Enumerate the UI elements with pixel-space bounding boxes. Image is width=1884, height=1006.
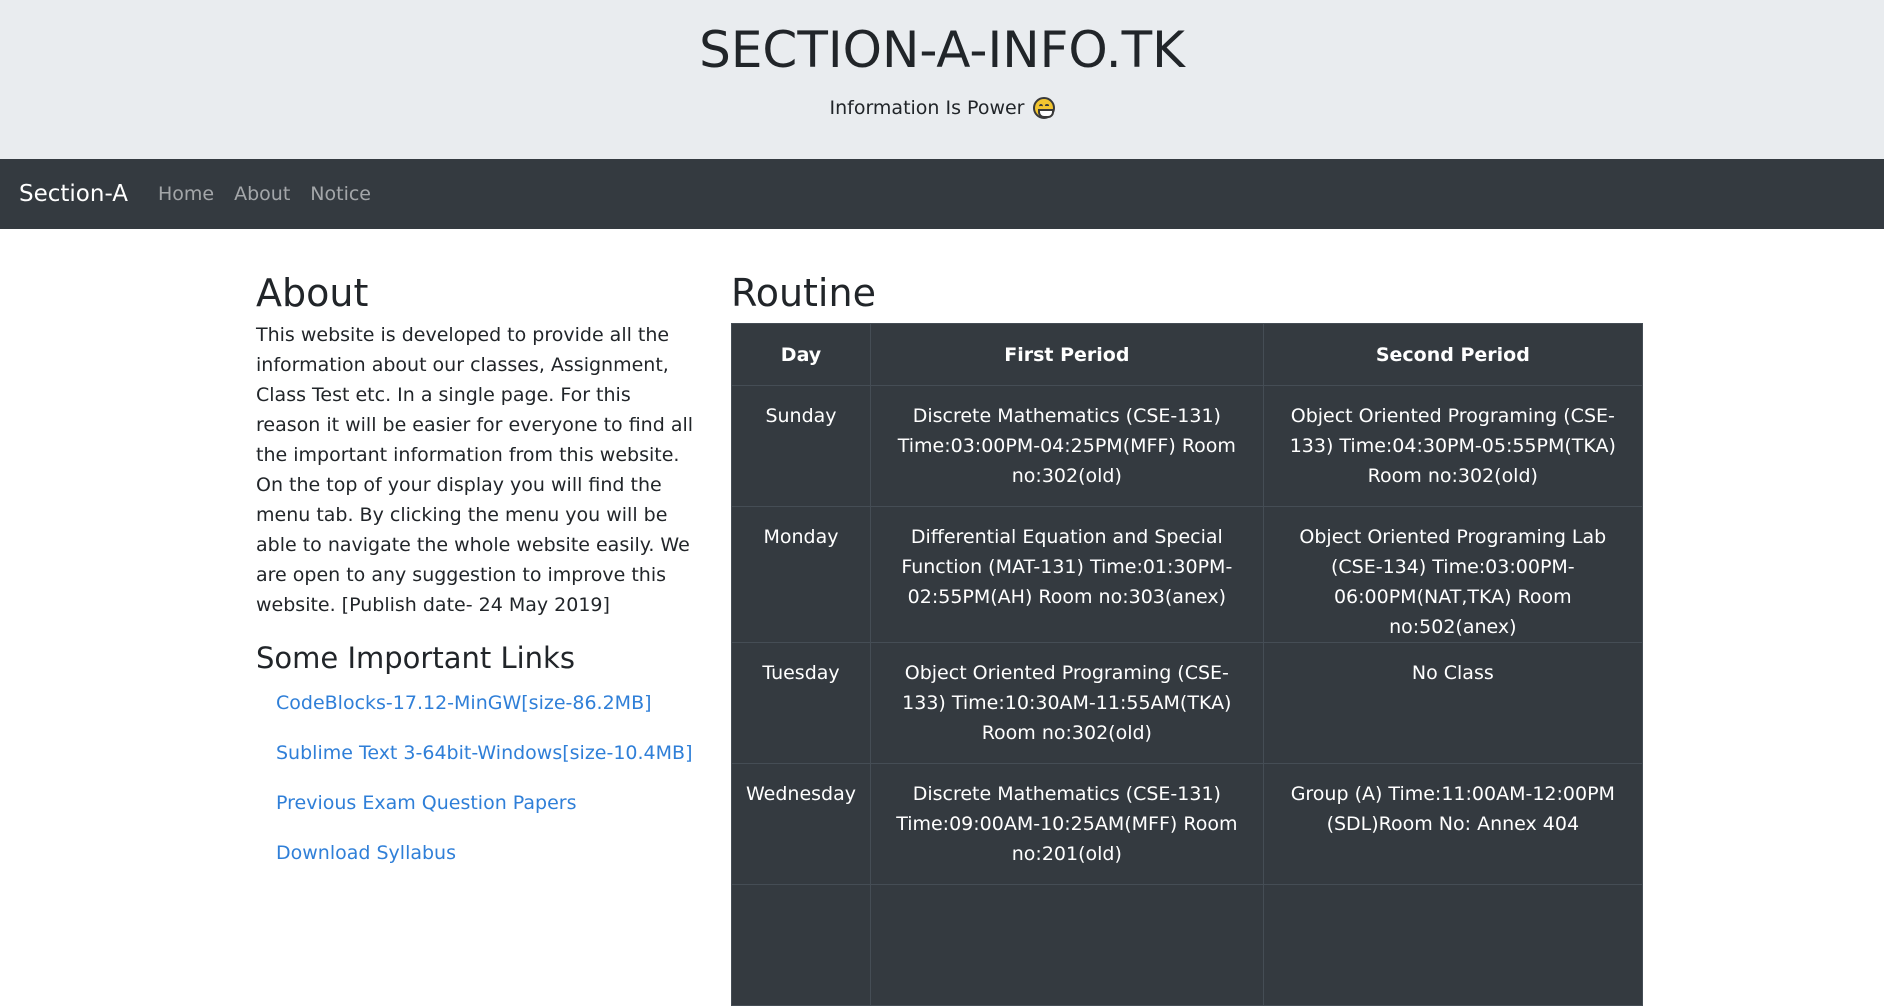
column-header-second-period: Second Period [1262,323,1644,386]
important-links-list: CodeBlocks-17.12-MinGW[size-86.2MB] Subl… [256,690,696,866]
column-header-day: Day [730,323,872,386]
first-period-cell: Object Oriented Programing (CSE-133) Tim… [870,642,1264,764]
link-previous-exam-papers[interactable]: Previous Exam Question Papers [276,792,577,814]
first-period-cell: Discrete Mathematics (CSE-131) Time:09:0… [870,763,1264,885]
navbar-brand[interactable]: Section-A [19,181,128,207]
list-item: CodeBlocks-17.12-MinGW[size-86.2MB] [276,690,696,716]
tagline: Information Is Power [0,96,1884,120]
routine-section: Routine Day First Period Second Period S… [730,229,1644,1006]
second-period-cell: Object Oriented Programing Lab (CSE-134)… [1262,506,1644,643]
list-item: Download Syllabus [276,840,696,866]
routine-heading: Routine [731,271,876,315]
link-codeblocks[interactable]: CodeBlocks-17.12-MinGW[size-86.2MB] [276,692,652,714]
about-section: About This website is developed to provi… [256,229,696,890]
nav-link-notice[interactable]: Notice [310,183,371,205]
list-item: Sublime Text 3-64bit-Windows[size-10.4MB… [276,740,696,766]
day-cell: Monday [730,506,872,643]
second-period-cell: Group (A) Time:11:00AM-12:00PM (SDL)Room… [1262,763,1644,885]
second-period-cell: Object Oriented Programing (CSE-133) Tim… [1262,385,1644,507]
grinning-face-icon [1032,97,1055,119]
tagline-text: Information Is Power [829,97,1025,119]
table-row: Sunday Discrete Mathematics (CSE-131) Ti… [730,385,1644,507]
nav-link-about[interactable]: About [234,183,290,205]
site-header: SECTION-A-INFO.TK Information Is Power [0,0,1884,159]
day-cell: Sunday [730,385,872,507]
first-period-cell: Differential Equation and Special Functi… [870,506,1264,643]
site-title: SECTION-A-INFO.TK [699,21,1185,79]
routine-table: Day First Period Second Period Sunday Di… [730,323,1644,1006]
about-heading: About [256,271,369,315]
links-heading: Some Important Links [256,641,575,675]
table-row: Monday Differential Equation and Special… [730,506,1644,643]
second-period-cell: No Class [1262,642,1644,764]
first-period-cell: Discrete Mathematics (CSE-131) Time:03:0… [870,385,1264,507]
table-row: Wednesday Discrete Mathematics (CSE-131)… [730,763,1644,885]
navbar: Section-A Home About Notice [0,159,1884,229]
day-cell: Tuesday [730,642,872,764]
day-cell [730,884,872,1006]
second-period-cell [1262,884,1644,1006]
column-header-first-period: First Period [870,323,1264,386]
nav-link-home[interactable]: Home [158,183,214,205]
table-header-row: Day First Period Second Period [730,323,1644,386]
about-text: This website is developed to provide all… [256,324,694,616]
link-sublime-text[interactable]: Sublime Text 3-64bit-Windows[size-10.4MB… [276,742,693,764]
table-row: Tuesday Object Oriented Programing (CSE-… [730,642,1644,764]
table-row [730,884,1644,1006]
day-cell: Wednesday [730,763,872,885]
list-item: Previous Exam Question Papers [276,790,696,816]
link-download-syllabus[interactable]: Download Syllabus [276,842,456,864]
first-period-cell [870,884,1264,1006]
